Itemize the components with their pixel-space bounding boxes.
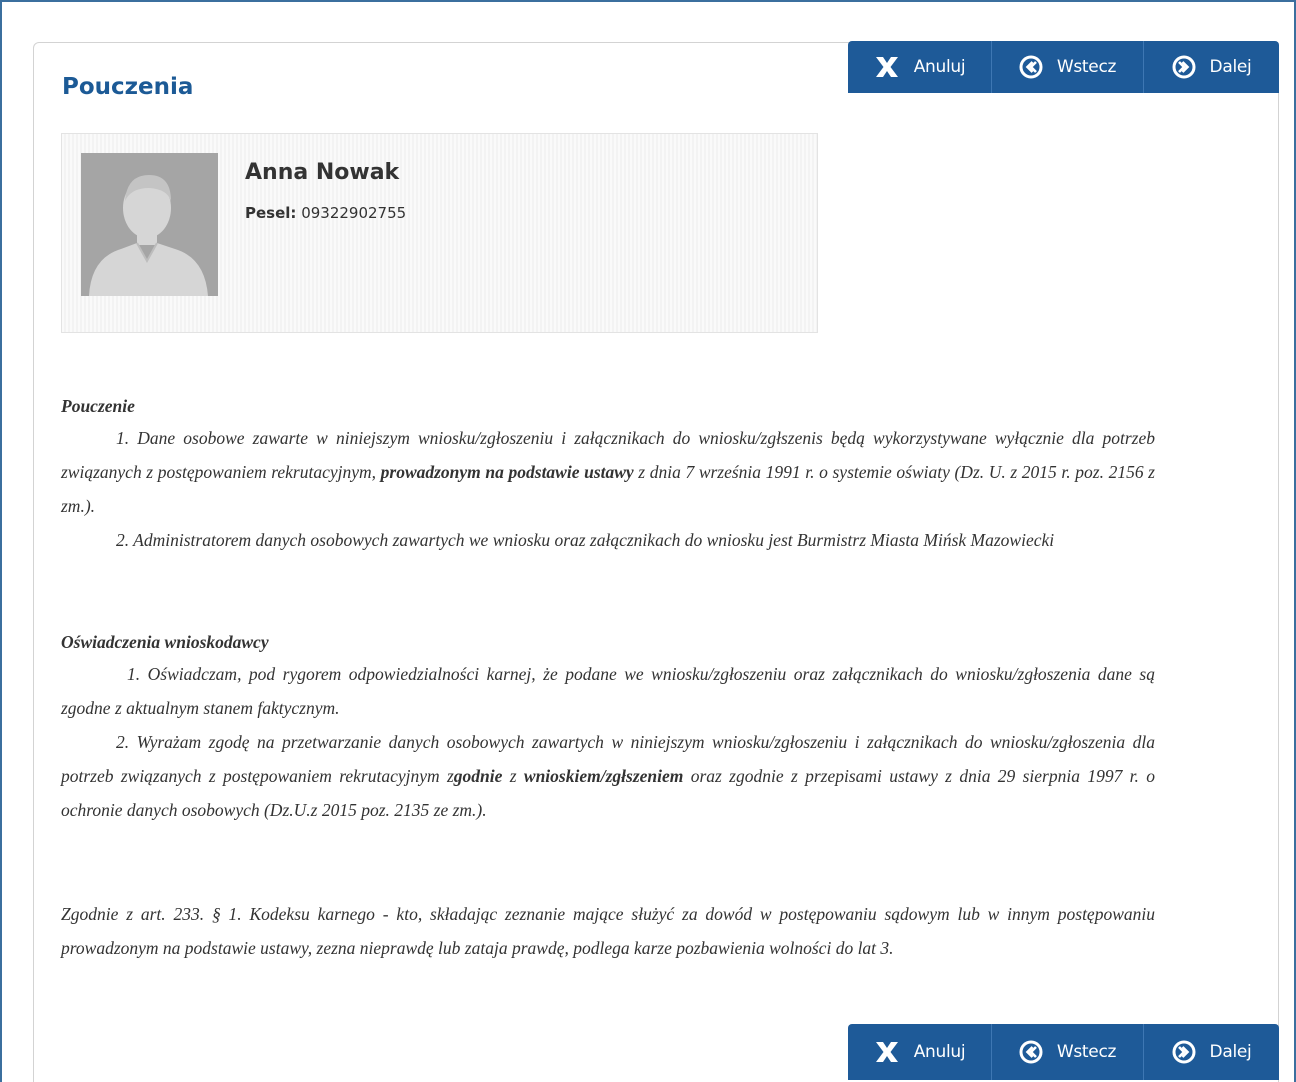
kodeks-text: Zgodnie z art. 233. § 1. Kodeksu karnego… <box>61 904 1155 958</box>
pouczenie-item-2: 2. Administratorem danych osobowych zawa… <box>116 530 1055 550</box>
close-icon <box>874 1041 900 1063</box>
oswiadczenia-heading: Oświadczenia wnioskodawcy <box>61 632 269 652</box>
circle-chevron-right-icon <box>1172 55 1196 79</box>
pesel-value: 09322902755 <box>301 204 407 222</box>
pouczenie-item-1-bold: prowadzonym na podstawie ustawy <box>380 462 634 482</box>
top-toolbar: Anuluj Wstecz Dalej <box>848 41 1279 93</box>
pouczenie-section: Pouczenie 1. Dane osobowe zawarte w nini… <box>61 396 1155 557</box>
circle-chevron-right-icon <box>1172 1040 1196 1064</box>
oswiadczenia-item-2-sep: z <box>502 766 524 786</box>
circle-chevron-left-icon <box>1019 55 1043 79</box>
user-silhouette-icon <box>81 153 218 296</box>
oswiadczenia-item-2: 2. Wyrażam zgodę na przetwarzanie danych… <box>61 725 1155 827</box>
circle-chevron-left-icon <box>1019 1040 1043 1064</box>
back-button[interactable]: Wstecz <box>992 41 1144 93</box>
next-button[interactable]: Dalej <box>1144 41 1279 93</box>
oswiadczenia-item-2-bold-b: wnioskiem/zgłszeniem <box>523 766 684 786</box>
person-name: Anna Nowak <box>245 160 400 185</box>
next-button-bottom[interactable]: Dalej <box>1144 1024 1279 1080</box>
cancel-button-bottom[interactable]: Anuluj <box>848 1024 992 1080</box>
pesel-label: Pesel: <box>245 204 297 222</box>
next-label: Dalej <box>1209 1042 1252 1062</box>
close-icon <box>874 56 900 78</box>
back-label: Wstecz <box>1056 1042 1117 1062</box>
bottom-toolbar: Anuluj Wstecz Dalej <box>848 1024 1279 1080</box>
pouczenie-item-1: 1. Dane osobowe zawarte w niniejszym wni… <box>61 421 1155 523</box>
cancel-label: Anuluj <box>913 57 966 77</box>
oswiadczenia-item-1: 1. Oświadczam, pod rygorem odpowiedzialn… <box>61 664 1155 718</box>
profile-card: Anna Nowak Pesel: 09322902755 <box>61 133 818 333</box>
pesel-line: Pesel: 09322902755 <box>245 204 406 222</box>
back-button-bottom[interactable]: Wstecz <box>992 1024 1144 1080</box>
page-title: Pouczenia <box>62 74 194 100</box>
cancel-button[interactable]: Anuluj <box>848 41 992 93</box>
kodeks-note: Zgodnie z art. 233. § 1. Kodeksu karnego… <box>61 897 1155 965</box>
next-label: Dalej <box>1209 57 1252 77</box>
back-label: Wstecz <box>1056 57 1117 77</box>
oswiadczenia-section: Oświadczenia wnioskodawcy 1. Oświadczam,… <box>61 632 1155 827</box>
pouczenie-heading: Pouczenie <box>61 396 135 416</box>
oswiadczenia-item-2-bold-a: godnie <box>453 766 503 786</box>
cancel-label: Anuluj <box>913 1042 966 1062</box>
